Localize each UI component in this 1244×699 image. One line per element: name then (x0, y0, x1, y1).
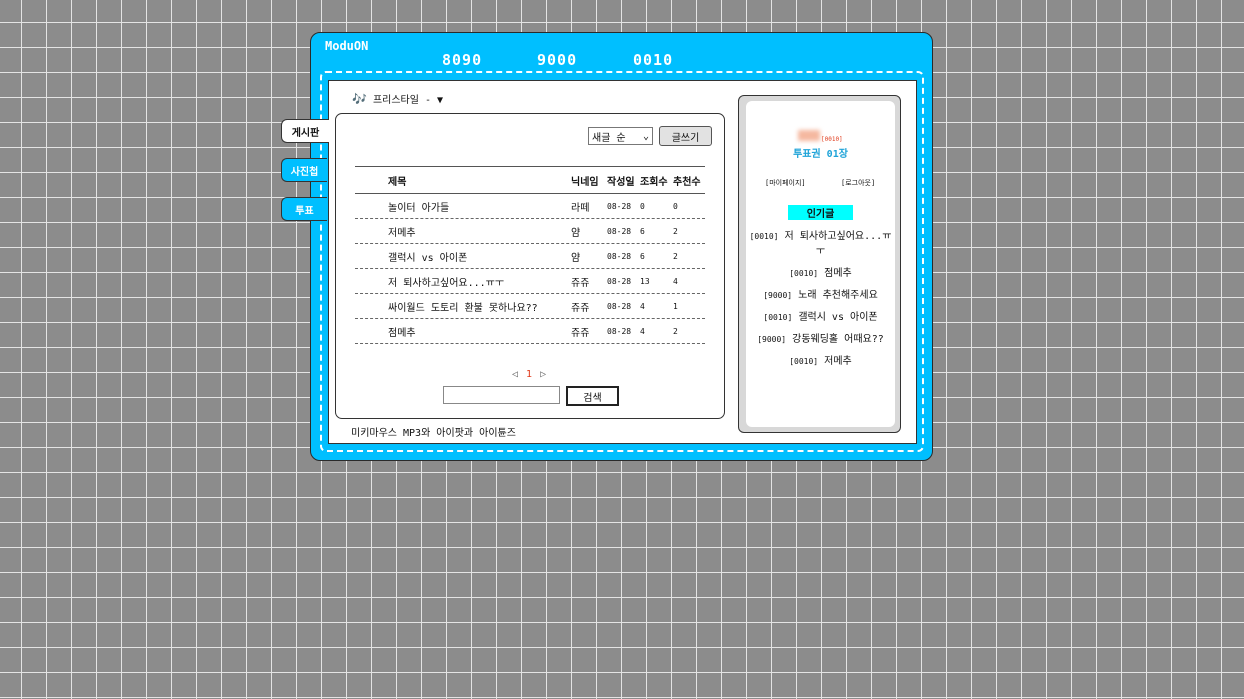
post-title[interactable]: 점메추 (355, 324, 571, 339)
post-views: 4 (640, 301, 645, 311)
popular-posts-list: [0010] 저 퇴사하고싶어요...ㅠㅜ [0010] 점메추 [9000] … (746, 229, 895, 376)
search-button[interactable]: 검색 (566, 386, 619, 406)
search-input[interactable] (443, 386, 560, 404)
tab-board[interactable]: 게시판 (281, 119, 329, 143)
logout-link[interactable]: [로그아웃] (841, 178, 875, 188)
post-views: 13 (640, 276, 650, 286)
popular-post-title[interactable]: 강동웨딩홀 어때요?? (792, 334, 884, 345)
next-page-icon[interactable]: ▷ (540, 369, 546, 380)
post-date: 08-28 (607, 201, 632, 211)
tab-vote[interactable]: 투표 (281, 197, 327, 221)
post-date: 08-28 (607, 226, 632, 236)
tab-photo-album[interactable]: 사진첩 (281, 158, 327, 182)
popular-post-title[interactable]: 점메추 (824, 268, 852, 279)
post-code: [0010] (789, 269, 819, 278)
table-row[interactable]: 놀이터 아가들 라떼 08-28 0 0 (355, 194, 705, 219)
redacted-username (798, 130, 820, 141)
post-code: [9000] (763, 291, 793, 300)
post-nickname: 얌 (571, 252, 581, 264)
post-recommend: 4 (673, 276, 678, 286)
post-date: 08-28 (607, 276, 632, 286)
popular-post-title[interactable]: 저 퇴사하고싶어요...ㅠㅜ (785, 231, 892, 257)
post-date: 08-28 (607, 326, 632, 336)
post-views: 4 (640, 326, 645, 336)
sort-select-value: 새글 순 (592, 132, 626, 144)
user-code: [0010] (821, 136, 843, 143)
write-button[interactable]: 글쓰기 (659, 126, 712, 146)
chevron-down-icon: ⌄ (642, 130, 649, 142)
post-nickname: 쥬쥬 (571, 327, 590, 339)
popular-post-title[interactable]: 노래 추천해주세요 (798, 290, 878, 301)
post-code: [0010] (763, 313, 793, 322)
post-date: 08-28 (607, 251, 632, 261)
post-title[interactable]: 저 퇴사하고싶어요...ㅠㅜ (355, 274, 571, 289)
category-dropdown[interactable]: 프리스타일 - ▼ (373, 91, 443, 106)
post-recommend: 2 (673, 226, 678, 236)
column-date: 작성일 (607, 176, 635, 188)
post-code: [9000] (757, 335, 787, 344)
post-code: [0010] (789, 357, 819, 366)
popular-post-item[interactable]: [0010] 저 퇴사하고싶어요...ㅠㅜ (746, 229, 895, 259)
table-row[interactable]: 갤럭시 vs 아이폰 얌 08-28 6 2 (355, 244, 705, 269)
header-code: 9000 (537, 51, 578, 69)
brand-logo[interactable]: ModuON (325, 39, 368, 53)
post-nickname: 쥬쥬 (571, 277, 590, 289)
post-views: 0 (640, 201, 645, 211)
column-views: 조회수 (640, 176, 668, 188)
breadcrumb[interactable]: 🎶 프리스타일 - ▼ (352, 91, 443, 107)
user-info: [0010] (798, 130, 843, 143)
column-recommend: 추천수 (673, 176, 701, 188)
prev-page-icon[interactable]: ◁ (512, 369, 518, 380)
post-recommend: 2 (673, 326, 678, 336)
post-recommend: 2 (673, 251, 678, 261)
column-nickname: 닉네임 (571, 176, 599, 188)
post-table: 제목 닉네임 작성일 조회수 추천수 놀이터 아가들 라떼 08-28 0 0 … (355, 166, 705, 344)
post-recommend: 0 (673, 201, 678, 211)
header-code: 8090 (442, 51, 483, 69)
post-nickname: 라떼 (571, 202, 590, 214)
post-nickname: 쥬쥬 (571, 302, 590, 314)
header-code: 0010 (633, 51, 674, 69)
popular-post-item[interactable]: [9000] 강동웨딩홀 어때요?? (746, 332, 895, 347)
column-title: 제목 (388, 176, 407, 188)
popular-post-item[interactable]: [0010] 갤럭시 vs 아이폰 (746, 310, 895, 325)
page-number[interactable]: 1 (526, 369, 532, 380)
popular-post-item[interactable]: [0010] 점메추 (746, 266, 895, 281)
post-title[interactable]: 놀이터 아가들 (355, 199, 571, 214)
post-nickname: 얌 (571, 227, 581, 239)
popular-post-title[interactable]: 갤럭시 vs 아이폰 (798, 312, 877, 323)
music-note-icon: 🎶 (352, 91, 367, 106)
table-row[interactable]: 저메추 얌 08-28 6 2 (355, 219, 705, 244)
sort-select[interactable]: 새글 순 ⌄ (588, 127, 653, 145)
post-date: 08-28 (607, 301, 632, 311)
table-row[interactable]: 저 퇴사하고싶어요...ㅠㅜ 쥬쥬 08-28 13 4 (355, 269, 705, 294)
popular-post-item[interactable]: [9000] 노래 추천해주세요 (746, 288, 895, 303)
post-title[interactable]: 저메추 (355, 224, 571, 239)
post-views: 6 (640, 226, 645, 236)
mypage-link[interactable]: [마이페이지] (765, 178, 806, 188)
footer-text: 미키마우스 MP3와 아이팟과 아이튠즈 (351, 428, 516, 439)
post-code: [0010] (749, 232, 779, 241)
table-row[interactable]: 점메추 쥬쥬 08-28 4 2 (355, 319, 705, 344)
table-row[interactable]: 싸이월드 도토리 환불 못하나요?? 쥬쥬 08-28 4 1 (355, 294, 705, 319)
popular-post-item[interactable]: [0010] 저메추 (746, 354, 895, 369)
post-views: 6 (640, 251, 645, 261)
vote-ticket-count: 투표권 01장 (793, 149, 848, 160)
post-recommend: 1 (673, 301, 678, 311)
table-header: 제목 닉네임 작성일 조회수 추천수 (355, 166, 705, 194)
pagination: ◁ 1 ▷ (512, 369, 546, 380)
popular-post-title[interactable]: 저메추 (824, 356, 852, 367)
post-title[interactable]: 싸이월드 도토리 환불 못하나요?? (355, 299, 571, 314)
popular-posts-title: 인기글 (788, 205, 853, 220)
post-title[interactable]: 갤럭시 vs 아이폰 (355, 249, 571, 264)
